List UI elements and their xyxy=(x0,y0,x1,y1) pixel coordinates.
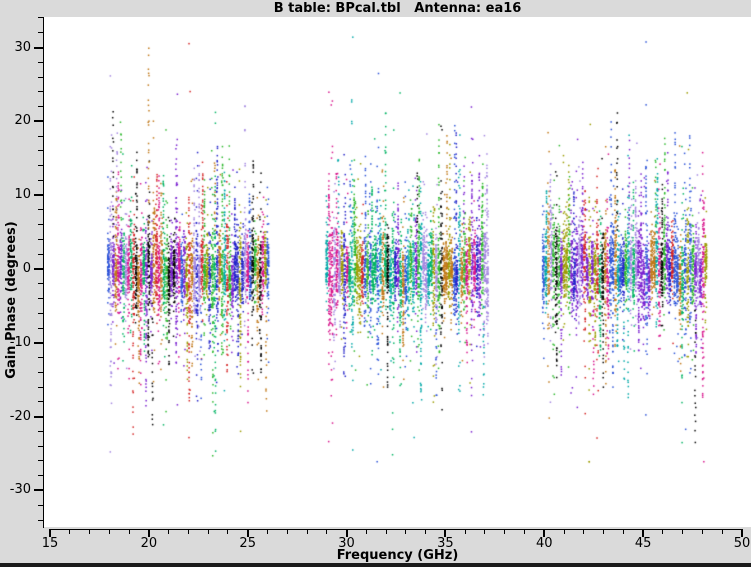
y-minor-tick xyxy=(37,386,43,388)
x-minor-tick xyxy=(187,530,189,534)
x-minor-tick xyxy=(464,530,466,534)
x-axis-line xyxy=(49,528,743,530)
x-minor-tick xyxy=(662,530,664,534)
y-minor-tick xyxy=(37,253,43,255)
y-minor-tick xyxy=(37,209,43,211)
x-minor-tick xyxy=(405,530,407,534)
y-major-tick xyxy=(34,120,43,123)
window-bottom-edge xyxy=(0,563,751,567)
x-axis-label: Frequency (GHz) xyxy=(336,548,459,563)
y-axis-label: Gain Phase (degrees) xyxy=(4,221,19,379)
y-minor-tick xyxy=(37,430,43,432)
plot-window: B table: BPcal.tbl Antenna: ea16 15 20 25 3… xyxy=(0,0,751,567)
x-minor-tick xyxy=(326,530,328,534)
x-minor-tick xyxy=(563,530,565,534)
y-tick-label: -20 xyxy=(9,408,31,424)
plot-title: B table: BPcal.tbl Antenna: ea16 xyxy=(273,1,522,16)
y-minor-tick xyxy=(37,224,43,226)
y-minor-tick xyxy=(37,135,43,137)
y-minor-tick xyxy=(37,371,43,373)
y-major-tick xyxy=(34,415,43,418)
y-minor-tick xyxy=(37,106,43,108)
scatter-points-canvas xyxy=(44,17,751,527)
y-major-tick xyxy=(34,341,43,344)
y-minor-tick xyxy=(37,165,43,167)
x-minor-tick xyxy=(266,530,268,534)
x-minor-tick xyxy=(69,530,71,534)
y-major-tick xyxy=(34,489,43,492)
y-minor-tick xyxy=(37,460,43,462)
x-minor-tick xyxy=(721,530,723,534)
y-minor-tick xyxy=(37,519,43,521)
x-minor-tick xyxy=(425,530,427,534)
y-minor-tick xyxy=(37,298,43,300)
y-minor-tick xyxy=(37,445,43,447)
x-minor-tick xyxy=(286,530,288,534)
y-minor-tick xyxy=(37,327,43,329)
y-minor-tick xyxy=(37,91,43,93)
x-minor-tick xyxy=(682,530,684,534)
y-minor-tick xyxy=(37,238,43,240)
x-minor-tick xyxy=(583,530,585,534)
x-minor-tick xyxy=(227,530,229,534)
x-minor-tick xyxy=(484,530,486,534)
x-minor-tick xyxy=(365,530,367,534)
y-minor-tick xyxy=(37,179,43,181)
x-minor-tick xyxy=(306,530,308,534)
y-tick-label: -30 xyxy=(9,482,31,498)
y-tick-label: 30 xyxy=(14,39,31,55)
x-minor-tick xyxy=(207,530,209,534)
y-minor-tick xyxy=(37,357,43,359)
y-minor-tick xyxy=(37,61,43,63)
x-minor-tick xyxy=(622,530,624,534)
y-minor-tick xyxy=(37,76,43,78)
y-minor-tick xyxy=(37,401,43,403)
x-minor-tick xyxy=(89,530,91,534)
y-minor-tick xyxy=(37,312,43,314)
y-axis-line xyxy=(42,17,45,528)
y-minor-tick xyxy=(37,17,43,19)
y-minor-tick xyxy=(37,475,43,477)
y-minor-tick xyxy=(37,150,43,152)
x-minor-tick xyxy=(504,530,506,534)
y-tick-label: 20 xyxy=(14,113,31,129)
y-major-tick xyxy=(34,268,43,270)
x-minor-tick xyxy=(603,530,605,534)
y-minor-tick xyxy=(37,283,43,285)
y-major-tick xyxy=(34,46,43,49)
y-minor-tick xyxy=(37,32,43,34)
y-minor-tick xyxy=(37,504,43,506)
x-minor-tick xyxy=(701,530,703,534)
x-minor-tick xyxy=(168,530,170,534)
x-minor-tick xyxy=(108,530,110,534)
x-minor-tick xyxy=(524,530,525,534)
x-minor-tick xyxy=(385,530,387,534)
x-minor-tick xyxy=(128,530,130,534)
y-major-tick xyxy=(34,194,43,197)
